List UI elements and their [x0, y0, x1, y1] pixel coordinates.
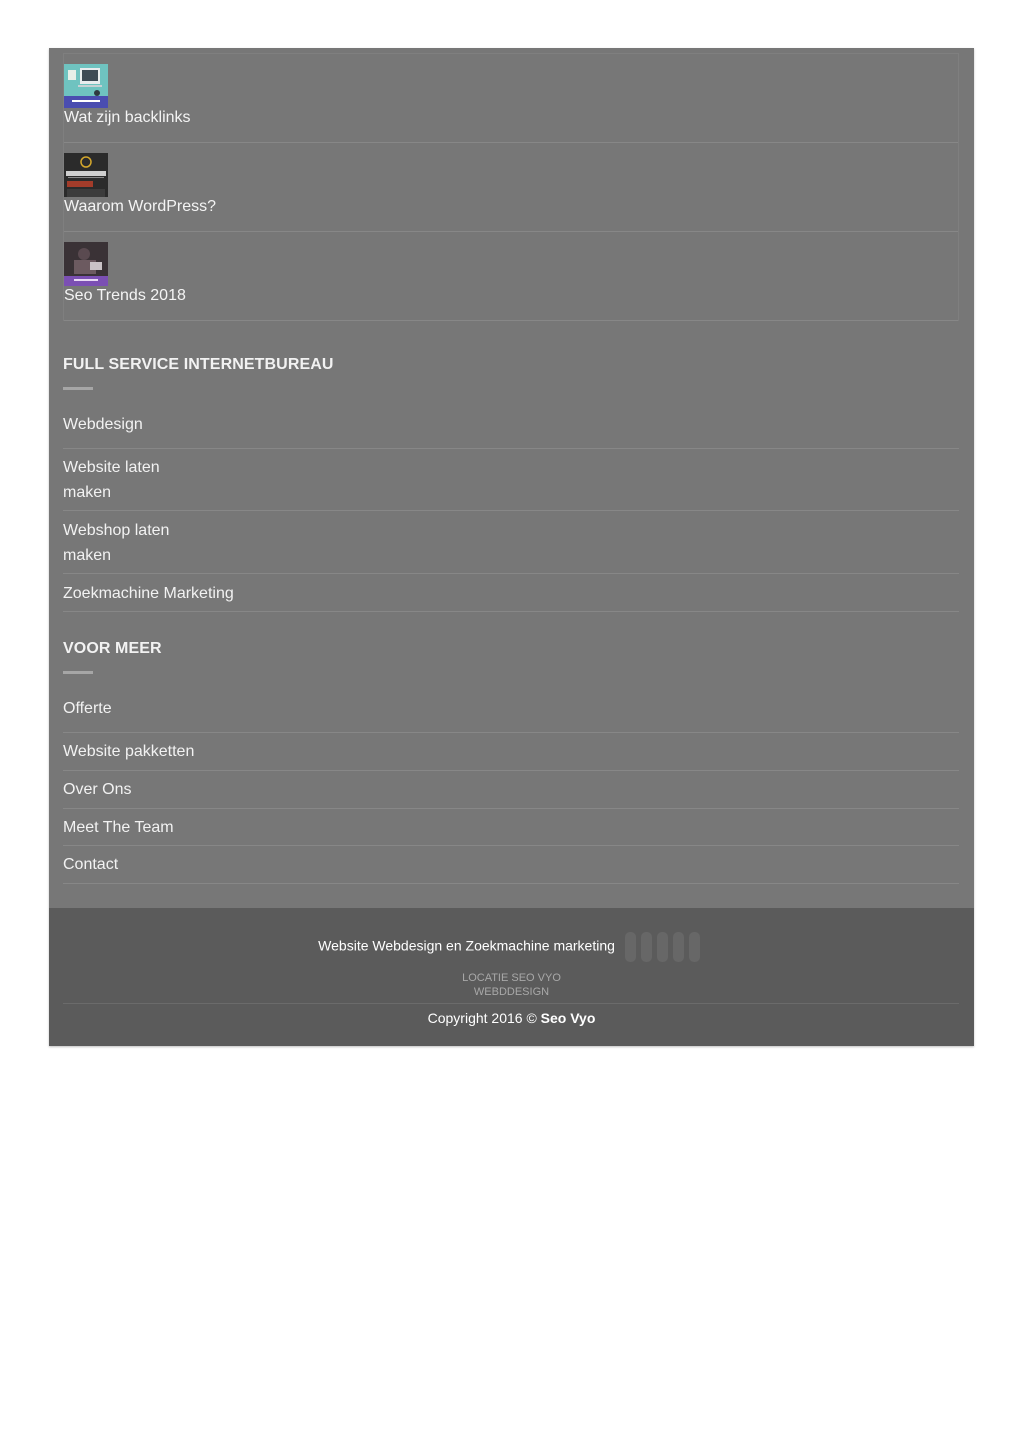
social-icon[interactable] — [624, 932, 636, 962]
wordpress-thumbnail-icon[interactable] — [64, 153, 108, 197]
social-icons — [624, 932, 705, 962]
link-label[interactable]: Meet The Team — [63, 815, 174, 840]
more-link-offerte[interactable]: Offerte — [63, 696, 959, 733]
link-label[interactable]: maken — [63, 480, 111, 505]
recent-post-item[interactable]: Seo Trends 2018 — [64, 232, 958, 321]
footer-tagline: Website Webdesign en Zoekmachine marketi… — [318, 937, 615, 954]
more-link-contact[interactable]: Contact — [63, 846, 959, 884]
copyright: Copyright 2016 © Seo Vyo — [49, 1010, 974, 1026]
location-line[interactable]: WEBDDESIGN — [49, 985, 974, 999]
link-label[interactable]: Contact — [63, 852, 118, 877]
footer-divider — [63, 1003, 959, 1004]
link-label[interactable]: Webshop laten — [63, 518, 169, 543]
backlinks-thumbnail-icon[interactable] — [64, 64, 108, 108]
more-heading: VOOR MEER — [63, 640, 162, 657]
recent-post-title[interactable]: Wat zijn backlinks — [64, 109, 191, 127]
copyright-prefix: Copyright 2016 © — [427, 1010, 537, 1026]
link-label[interactable]: Website pakketten — [63, 739, 194, 764]
footer-widget-area: Wat zijn backlinks Waarom WordPress? Seo… — [49, 48, 974, 1046]
social-icon[interactable] — [672, 932, 684, 962]
recent-post-title[interactable]: Seo Trends 2018 — [64, 287, 186, 305]
footer-location[interactable]: LOCATIE SEO VYO WEBDDESIGN — [49, 971, 974, 999]
seo-trends-thumbnail-icon[interactable] — [64, 242, 108, 286]
recent-posts-widget: Wat zijn backlinks Waarom WordPress? Seo… — [63, 53, 959, 321]
services-link-webdesign[interactable]: Webdesign — [63, 412, 959, 449]
services-link-webshop[interactable]: Webshop laten maken — [63, 511, 959, 574]
more-links: Offerte Website pakketten Over Ons Meet … — [63, 696, 959, 884]
more-link-pakketten[interactable]: Website pakketten — [63, 733, 959, 771]
recent-post-title[interactable]: Waarom WordPress? — [64, 198, 216, 216]
footer-tagline-row: Website Webdesign en Zoekmachine marketi… — [49, 932, 974, 962]
social-icon[interactable] — [656, 932, 668, 962]
services-heading: FULL SERVICE INTERNETBUREAU — [63, 356, 334, 373]
services-link-website[interactable]: Website laten maken — [63, 449, 959, 511]
absolute-footer: Website Webdesign en Zoekmachine marketi… — [49, 908, 974, 1046]
services-links: Webdesign Website laten maken Webshop la… — [63, 412, 959, 612]
link-label[interactable]: maken — [63, 543, 111, 568]
social-icon[interactable] — [640, 932, 652, 962]
link-label[interactable]: Zoekmachine Marketing — [63, 581, 234, 606]
link-label[interactable]: Website laten — [63, 455, 160, 480]
services-link-zoekmachine[interactable]: Zoekmachine Marketing — [63, 574, 959, 612]
more-link-team[interactable]: Meet The Team — [63, 809, 959, 846]
link-label[interactable]: Offerte — [63, 696, 112, 721]
location-line[interactable]: LOCATIE SEO VYO — [49, 971, 974, 985]
recent-post-item[interactable]: Wat zijn backlinks — [64, 54, 958, 143]
copyright-brand[interactable]: Seo Vyo — [541, 1010, 596, 1026]
link-label[interactable]: Over Ons — [63, 777, 131, 802]
recent-post-item[interactable]: Waarom WordPress? — [64, 143, 958, 232]
more-link-over-ons[interactable]: Over Ons — [63, 771, 959, 809]
link-label[interactable]: Webdesign — [63, 412, 143, 437]
social-icon[interactable] — [688, 932, 700, 962]
